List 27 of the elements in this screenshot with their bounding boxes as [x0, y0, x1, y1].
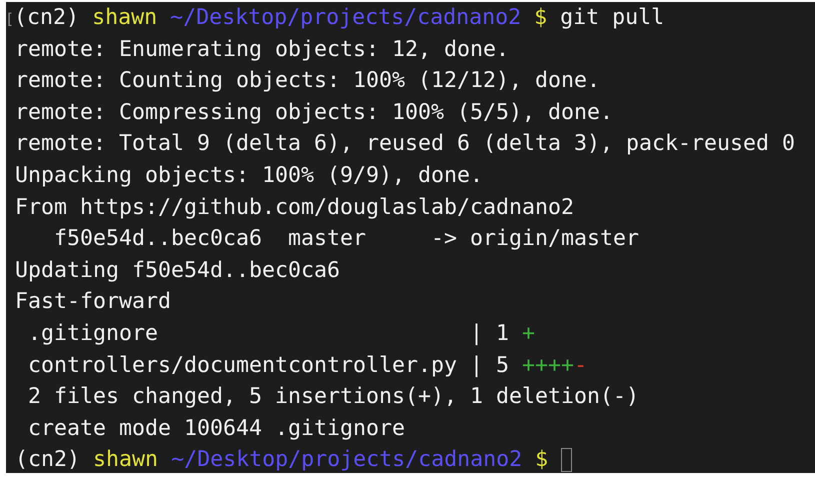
added-marks: ++++ [522, 352, 574, 378]
prompt-symbol: $ [534, 5, 548, 30]
output-line: Unpacking objects: 100% (9/9), done. [15, 162, 484, 188]
output-line: 2 files changed, 5 insertions(+), 1 deletion(-) [27, 384, 640, 410]
output-line: Updating f50e54d..bec0ca6 [15, 258, 340, 283]
output-line: create mode 100644 .gitignore [27, 416, 406, 441]
output-line: .gitignore | 1 [27, 320, 510, 346]
prompt-path: ~/Desktop/projects/cadnano2 [171, 447, 522, 472]
output-line: remote: Compressing objects: 100% (5/5), done. [15, 100, 614, 125]
output-line: remote: Counting objects: 100% (12/12), done. [15, 68, 600, 94]
prompt-user: shawn [93, 447, 158, 472]
prompt-env: (cn2) [15, 447, 80, 472]
output-line: f50e54d..bec0ca6 master -> origin/master [53, 226, 640, 252]
output-line: From https://github.com/douglaslab/cadnano2 [15, 194, 574, 220]
removed-mark: - [574, 352, 588, 378]
prompt-user: shawn [92, 5, 158, 30]
output-line: Fast-forward [15, 289, 172, 314]
prompt-symbol: $ [535, 447, 548, 472]
output-line: remote: Enumerating objects: 12, done. [15, 36, 510, 62]
prompt-env: (cn2) [14, 5, 80, 30]
command-text: git pull [560, 5, 664, 30]
added-marks: + [522, 320, 536, 346]
output-line: controllers/documentcontroller.py | 5 [27, 352, 510, 378]
cursor-icon [561, 448, 572, 472]
prompt-path: ~/Desktop/projects/cadnano2 [170, 5, 522, 30]
line-marker: [ [5, 10, 14, 28]
output-line: remote: Total 9 (delta 6), reused 6 (delta 3), pack-reused 0 [15, 131, 796, 156]
